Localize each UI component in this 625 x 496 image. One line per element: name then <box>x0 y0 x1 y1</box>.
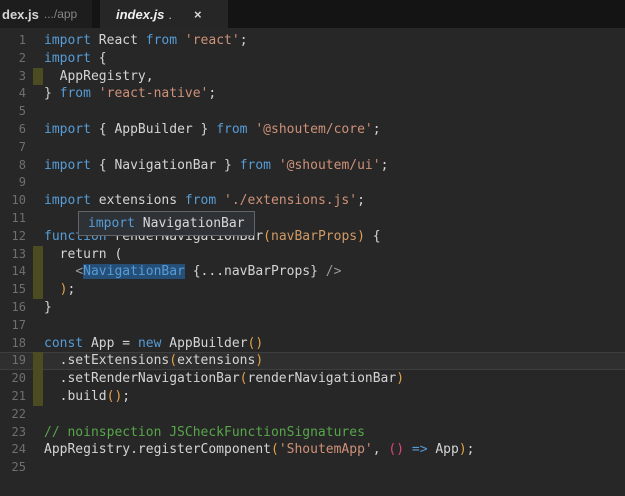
line-number[interactable]: 23 <box>0 424 26 442</box>
line-number[interactable]: 10 <box>0 192 26 210</box>
line-number[interactable]: 12 <box>0 228 26 246</box>
line-number[interactable]: 6 <box>0 121 26 139</box>
code-text: const App = new AppBuilder() <box>44 335 264 351</box>
line-number[interactable]: 9 <box>0 174 26 192</box>
code-line-2[interactable]: 2 import { <box>0 50 625 68</box>
line-number[interactable]: 24 <box>0 441 26 459</box>
code-text: import React from 'react'; <box>44 33 248 48</box>
changed-line-marker <box>33 370 43 388</box>
code-line-18[interactable]: 18 const App = new AppBuilder() <box>0 335 625 353</box>
code-text: .setExtensions(extensions) <box>44 353 264 369</box>
tab-index-js-app[interactable]: dex.js .../app <box>0 0 92 28</box>
code-line-14[interactable]: 14 <NavigationBar {...navBarProps} /> <box>0 263 625 282</box>
line-number[interactable]: 20 <box>0 370 26 388</box>
line-number[interactable]: 25 <box>0 459 26 477</box>
modified-dot-icon: . <box>168 6 173 22</box>
code-text: return ( <box>44 246 123 262</box>
tab-path-hint: .../app <box>43 7 78 21</box>
line-number[interactable]: 17 <box>0 317 26 335</box>
line-number[interactable]: 13 <box>0 246 26 264</box>
tab-filename: dex.js <box>2 6 39 22</box>
close-tab-icon[interactable]: × <box>194 7 202 22</box>
tooltip-keyword: import <box>88 216 135 231</box>
changed-line-marker <box>33 245 43 264</box>
code-line-5[interactable]: 5 <box>0 103 625 121</box>
line-number[interactable]: 22 <box>0 406 26 424</box>
code-line-23[interactable]: 23 // noinspection JSCheckFunctionSignatu… <box>0 424 625 442</box>
code-text: AppRegistry, <box>44 68 154 84</box>
code-text: import { <box>44 50 107 66</box>
line-number[interactable]: 14 <box>0 263 26 281</box>
changed-line-marker <box>33 387 43 406</box>
active-tab-filename: index.js <box>116 6 165 22</box>
line-number[interactable]: 1 <box>0 32 26 50</box>
line-number[interactable]: 15 <box>0 281 26 299</box>
code-line-24[interactable]: 24 AppRegistry.registerComponent('Shoutem… <box>0 441 625 459</box>
line-number[interactable]: 4 <box>0 85 26 103</box>
code-line-21[interactable]: 21 .build(); <box>0 387 625 406</box>
code-line-19[interactable]: 19 .setExtensions(extensions) <box>0 352 625 371</box>
code-text: import { AppBuilder } from '@shoutem/cor… <box>44 121 381 137</box>
code-line-7[interactable]: 7 <box>0 139 625 157</box>
tooltip-symbol: NavigationBar <box>134 216 245 231</box>
code-text: import { NavigationBar } from '@shoutem/… <box>44 157 389 173</box>
code-line-4[interactable]: 4 } from 'react-native'; <box>0 85 625 103</box>
tab-index-js-active[interactable]: index.js . × <box>100 0 228 28</box>
code-line-3[interactable]: 3 AppRegistry, <box>0 67 625 86</box>
code-line-22[interactable]: 22 <box>0 406 625 424</box>
tab-bar: dex.js .../app index.js . × <box>0 0 625 28</box>
line-number[interactable]: 8 <box>0 157 26 175</box>
line-number[interactable]: 21 <box>0 388 26 406</box>
import-hint-tooltip: import NavigationBar <box>78 211 255 236</box>
code-text: } from 'react-native'; <box>44 86 217 102</box>
code-line-15[interactable]: 15 ); <box>0 281 625 299</box>
line-number[interactable]: 19 <box>0 352 26 370</box>
changed-line-marker <box>33 281 43 299</box>
code-text: // noinspection JSCheckFunctionSignature… <box>44 424 365 440</box>
code-line-20[interactable]: 20 .setRenderNavigationBar(renderNavigat… <box>0 370 625 388</box>
line-number[interactable]: 7 <box>0 139 26 157</box>
code-line-10[interactable]: 10 import extensions from './extensions.j… <box>0 192 625 210</box>
code-line-9[interactable]: 9 <box>0 174 625 192</box>
code-area[interactable]: 1 import React from 'react'; 2 import {3 Ap… <box>0 28 625 496</box>
editor-window: dex.js .../app index.js . × 1 import Reac… <box>0 0 625 496</box>
line-number[interactable]: 3 <box>0 68 26 86</box>
code-text: import extensions from './extensions.js'… <box>44 193 365 209</box>
code-line-17[interactable]: 17 <box>0 317 625 335</box>
changed-line-marker <box>33 352 43 371</box>
code-line-6[interactable]: 6 import { AppBuilder } from '@shoutem/co… <box>0 121 625 139</box>
code-line-1[interactable]: 1 import React from 'react'; <box>0 32 625 50</box>
code-text: ); <box>59 282 76 298</box>
code-text: .setRenderNavigationBar(renderNavigation… <box>44 371 405 387</box>
changed-line-marker <box>33 67 43 86</box>
code-line-8[interactable]: 8 import { NavigationBar } from '@shoutem… <box>0 157 625 175</box>
line-number[interactable]: 16 <box>0 299 26 317</box>
code-text: .build(); <box>44 388 131 404</box>
line-number[interactable]: 11 <box>0 210 26 228</box>
line-number[interactable]: 2 <box>0 50 26 68</box>
changed-line-marker <box>33 263 43 282</box>
code-text: <NavigationBar {...navBarProps} /> <box>75 264 342 280</box>
line-number[interactable]: 5 <box>0 103 26 121</box>
code-text: AppRegistry.registerComponent('ShoutemAp… <box>44 442 475 458</box>
line-number[interactable]: 18 <box>0 335 26 353</box>
code-text: } <box>44 299 52 315</box>
code-line-16[interactable]: 16} <box>0 299 625 317</box>
code-line-13[interactable]: 13 return ( <box>0 245 625 264</box>
code-line-25[interactable]: 25 <box>0 459 625 477</box>
